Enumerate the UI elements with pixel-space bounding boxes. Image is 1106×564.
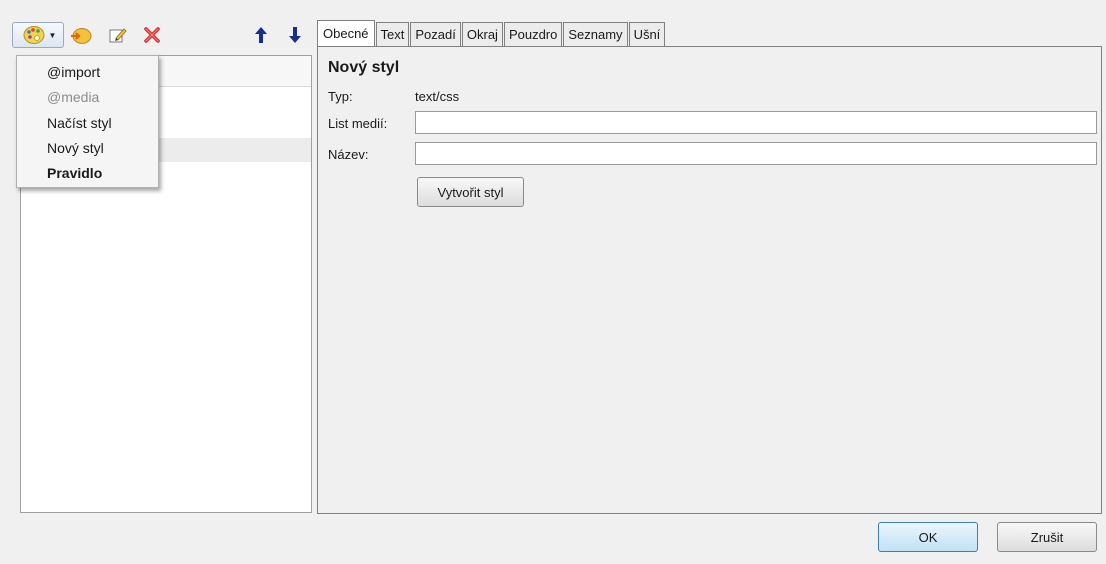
import-icon bbox=[71, 28, 92, 44]
edit-icon bbox=[109, 28, 127, 43]
arrow-down-icon bbox=[289, 27, 301, 43]
name-input[interactable] bbox=[415, 142, 1097, 165]
toolbar: ▼ bbox=[12, 20, 310, 50]
menu-item-new-style[interactable]: Nový styl bbox=[47, 140, 104, 156]
name-label: Název: bbox=[328, 147, 369, 162]
palette-icon bbox=[23, 26, 45, 44]
delete-icon bbox=[144, 27, 160, 43]
arrow-up-icon bbox=[255, 27, 267, 43]
menu-item-import[interactable]: @import bbox=[47, 64, 100, 80]
menu-item-rule[interactable]: Pravidlo bbox=[47, 165, 102, 181]
menu-item-load-style[interactable]: Načíst styl bbox=[47, 115, 112, 131]
tab-general[interactable]: Obecné bbox=[317, 20, 375, 46]
ok-button[interactable]: OK bbox=[878, 522, 978, 552]
cancel-button[interactable]: Zrušit bbox=[997, 522, 1097, 552]
tab-border[interactable]: Okraj bbox=[461, 22, 503, 46]
edit-style-button[interactable] bbox=[106, 22, 130, 48]
tab-bar: Obecné Text Pozadí Okraj Pouzdro Seznamy… bbox=[317, 20, 666, 46]
menu-item-media: @media bbox=[47, 89, 100, 105]
new-style-dropdown-button[interactable]: ▼ bbox=[12, 22, 64, 48]
delete-style-button[interactable] bbox=[140, 22, 164, 48]
tab-aural[interactable]: Ušní bbox=[628, 22, 666, 46]
create-style-button[interactable]: Vytvořit styl bbox=[417, 177, 524, 207]
chevron-down-icon: ▼ bbox=[48, 30, 57, 40]
move-up-button[interactable] bbox=[252, 22, 270, 48]
media-list-input[interactable] bbox=[415, 111, 1097, 134]
general-tab-panel: Nový styl Typ: text/css List medií: Náze… bbox=[317, 46, 1102, 514]
type-value: text/css bbox=[415, 89, 460, 104]
tab-text[interactable]: Text bbox=[375, 22, 410, 46]
tab-box[interactable]: Pouzdro bbox=[503, 22, 563, 46]
tab-lists[interactable]: Seznamy bbox=[563, 22, 628, 46]
panel-title: Nový styl bbox=[328, 59, 400, 76]
tab-background[interactable]: Pozadí bbox=[410, 22, 461, 46]
move-down-button[interactable] bbox=[286, 22, 304, 48]
media-list-label: List medií: bbox=[328, 116, 388, 131]
new-style-dropdown-menu: @import @media Načíst styl Nový styl Pra… bbox=[16, 55, 159, 188]
type-label: Typ: bbox=[328, 89, 353, 104]
import-style-button[interactable] bbox=[68, 22, 94, 48]
